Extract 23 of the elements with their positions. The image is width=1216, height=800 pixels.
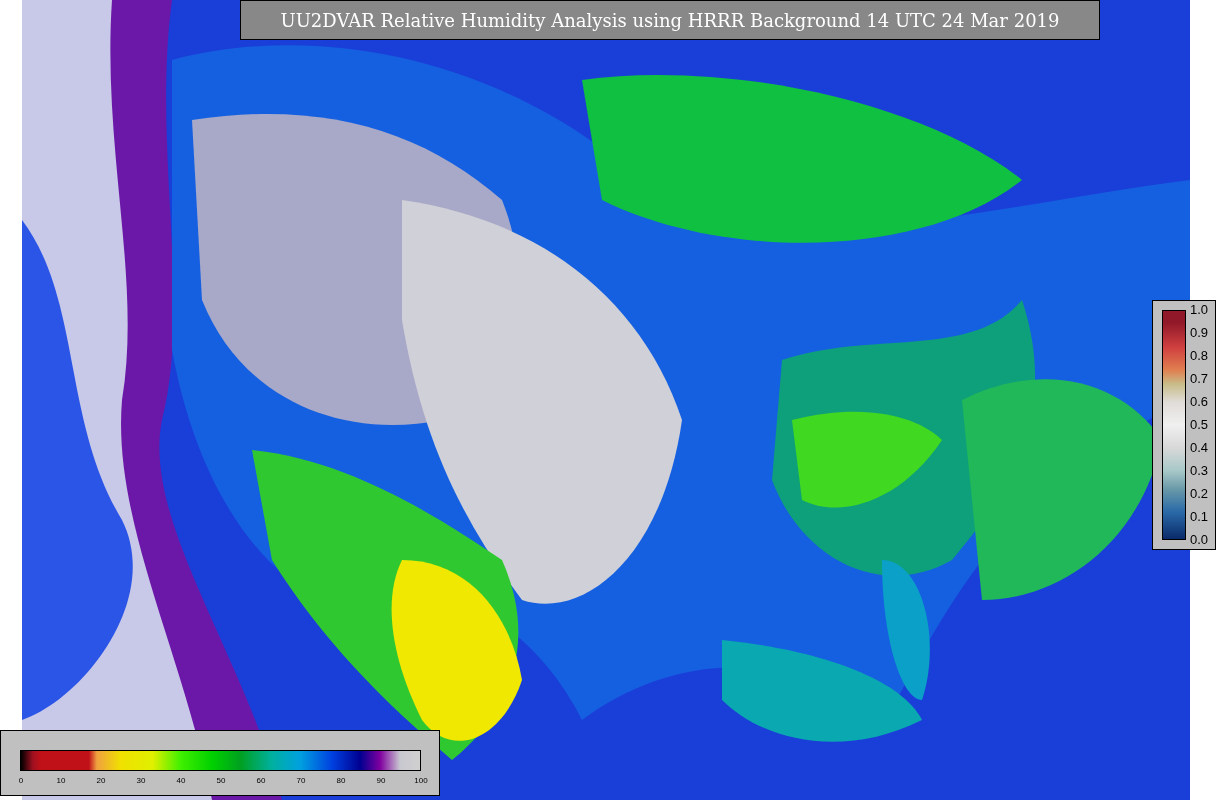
colorbar-tick-label: 70 [296,777,306,785]
colorbar-tick-label: 0.2 [1190,487,1209,500]
colorbar-tick-label: 60 [256,777,266,785]
colorbar-tick-label: 0.7 [1190,372,1209,385]
colorbar-tick-label: 40 [176,777,186,785]
colorbar-tick-label: 0.8 [1190,349,1209,362]
colorbar-tick-label: 0.6 [1190,395,1209,408]
colorbar-tick-label: 0.5 [1190,418,1209,431]
map-title: UU2DVAR Relative Humidity Analysis using HRRR Background 14 UTC 24 Mar 2019 [240,0,1100,40]
colorbar-tick-label: 1.0 [1190,303,1209,316]
colorbar-tick-label: 90 [376,777,386,785]
colorbar-tick-label: 100 [414,777,428,785]
colorbar-tick-label: 30 [136,777,146,785]
colorbar-tick-label: 0.9 [1190,326,1209,339]
colorbar-tick-label: 20 [96,777,106,785]
colorbar-tick-label: 0.3 [1190,464,1209,477]
colorbar-tick-label: 0 [18,777,24,785]
colorbar-tick-label: 0.0 [1190,533,1209,546]
colorbar-tick-label: 80 [336,777,346,785]
colorbar-tick-label: 10 [56,777,66,785]
colorbar-tick-label: 0.1 [1190,510,1209,523]
colorbar-tick-label: 0.4 [1190,441,1209,454]
colorbar-tick-label: 50 [216,777,226,785]
